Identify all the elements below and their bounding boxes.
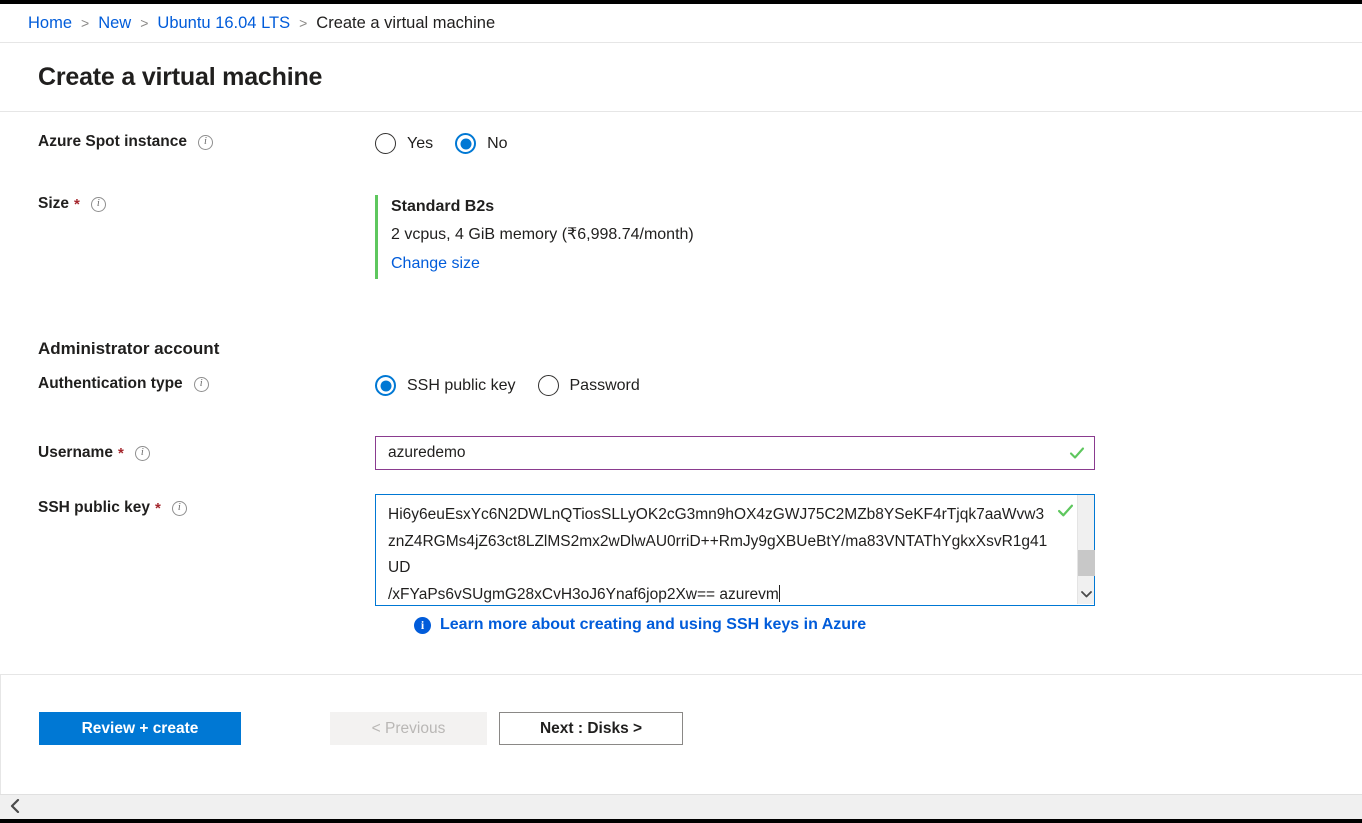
azure-portal-screen: Home > New > Ubuntu 16.04 LTS > Create a… xyxy=(0,0,1362,823)
size-summary: Standard B2s 2 vcpus, 4 GiB memory (₹6,9… xyxy=(375,195,694,279)
chevron-left-icon[interactable] xyxy=(6,798,24,816)
administrator-account-heading: Administrator account xyxy=(38,339,220,358)
breadcrumb-item-current: Create a virtual machine xyxy=(316,13,496,32)
radio-icon-selected xyxy=(375,375,396,396)
azure-spot-option-yes[interactable]: Yes xyxy=(375,133,433,154)
radio-icon xyxy=(375,133,396,154)
authentication-type-radio-group: SSH public key Password xyxy=(375,375,662,396)
auth-option-ssh-public-key[interactable]: SSH public key xyxy=(375,375,516,396)
auth-option-password-label: Password xyxy=(569,376,640,394)
azure-spot-row: Azure Spot instance i Yes No xyxy=(0,133,530,154)
ssh-public-key-label: SSH public key * i xyxy=(0,494,375,517)
bottom-status-bar xyxy=(0,794,1362,819)
info-circle-icon: i xyxy=(414,616,431,634)
breadcrumb-separator: > xyxy=(299,15,308,31)
breadcrumb: Home > New > Ubuntu 16.04 LTS > Create a… xyxy=(0,4,1362,42)
required-indicator: * xyxy=(74,195,80,213)
required-indicator: * xyxy=(117,444,124,462)
authentication-type-row: Authentication type i SSH public key Pas… xyxy=(0,375,662,396)
radio-icon xyxy=(537,375,559,396)
page-title: Create a virtual machine xyxy=(38,62,323,91)
chevron-down-icon[interactable] xyxy=(1078,586,1095,604)
info-icon[interactable]: i xyxy=(193,376,209,392)
next-disks-button[interactable]: Next : Disks > xyxy=(499,712,683,745)
info-icon[interactable]: i xyxy=(198,134,213,150)
info-icon[interactable]: i xyxy=(134,445,150,461)
azure-spot-label: Azure Spot instance i xyxy=(0,133,375,151)
auth-option-password[interactable]: Password xyxy=(537,375,640,396)
review-create-button[interactable]: Review + create xyxy=(39,712,241,745)
ssh-public-key-value: Hi6y6euEsxYc6N2DWLnQTiosSLLyOK2cG3mn9hOX… xyxy=(388,506,1048,603)
username-row: Username * i xyxy=(0,436,1095,470)
breadcrumb-separator: > xyxy=(140,15,149,31)
ssh-public-key-row: SSH public key * i Hi6y6euEsxYc6N2DWLnQT… xyxy=(0,494,1095,606)
azure-spot-option-yes-label: Yes xyxy=(407,134,434,152)
azure-spot-radio-group: Yes No xyxy=(375,133,530,154)
ssh-key-scrollbar[interactable] xyxy=(1077,495,1095,604)
learn-more-label: Learn more about creating and using SSH … xyxy=(440,616,867,633)
info-icon[interactable]: i xyxy=(90,196,106,212)
learn-more-ssh-keys-link[interactable]: i Learn more about creating and using SS… xyxy=(414,616,866,634)
azure-spot-label-text: Azure Spot instance xyxy=(38,133,187,150)
required-indicator: * xyxy=(154,499,161,517)
vm-create-form: Azure Spot instance i Yes No Size * i St… xyxy=(0,113,1362,675)
authentication-type-label: Authentication type i xyxy=(0,375,375,393)
breadcrumb-item-home[interactable]: Home xyxy=(28,14,72,33)
ssh-public-key-field-wrap: Hi6y6euEsxYc6N2DWLnQTiosSLLyOK2cG3mn9hOX… xyxy=(375,494,1095,606)
form-footer: Review + create < Previous Next : Disks … xyxy=(0,676,1362,794)
ssh-key-scrollbar-thumb[interactable] xyxy=(1078,550,1095,576)
size-description: 2 vcpus, 4 GiB memory (₹6,998.74/month) xyxy=(391,225,694,243)
bottom-black-strip xyxy=(0,819,1362,823)
change-size-link[interactable]: Change size xyxy=(391,249,480,279)
username-label-text: Username xyxy=(38,444,113,461)
info-icon[interactable]: i xyxy=(171,500,187,516)
azure-spot-option-no-label: No xyxy=(487,134,508,152)
username-input[interactable] xyxy=(375,436,1095,470)
auth-option-ssh-label: SSH public key xyxy=(407,376,516,394)
breadcrumb-item-ubuntu[interactable]: Ubuntu 16.04 LTS xyxy=(157,14,290,33)
breadcrumb-separator: > xyxy=(81,15,90,31)
username-field-wrap xyxy=(375,436,1095,470)
ssh-public-key-label-text: SSH public key xyxy=(38,499,150,516)
azure-spot-option-no[interactable]: No xyxy=(455,133,508,154)
username-label: Username * i xyxy=(0,444,375,462)
breadcrumb-item-new[interactable]: New xyxy=(98,14,131,33)
size-label: Size * i xyxy=(0,195,375,213)
radio-icon-selected xyxy=(455,133,477,154)
blade-header: Create a virtual machine xyxy=(0,42,1362,112)
size-name: Standard B2s xyxy=(391,198,495,215)
text-caret xyxy=(778,584,780,602)
authentication-type-label-text: Authentication type xyxy=(38,375,183,392)
size-row: Size * i Standard B2s 2 vcpus, 4 GiB mem… xyxy=(0,195,694,279)
previous-button: < Previous xyxy=(330,712,487,745)
ssh-public-key-textarea[interactable]: Hi6y6euEsxYc6N2DWLnQTiosSLLyOK2cG3mn9hOX… xyxy=(376,495,1060,603)
size-label-text: Size xyxy=(38,195,70,212)
